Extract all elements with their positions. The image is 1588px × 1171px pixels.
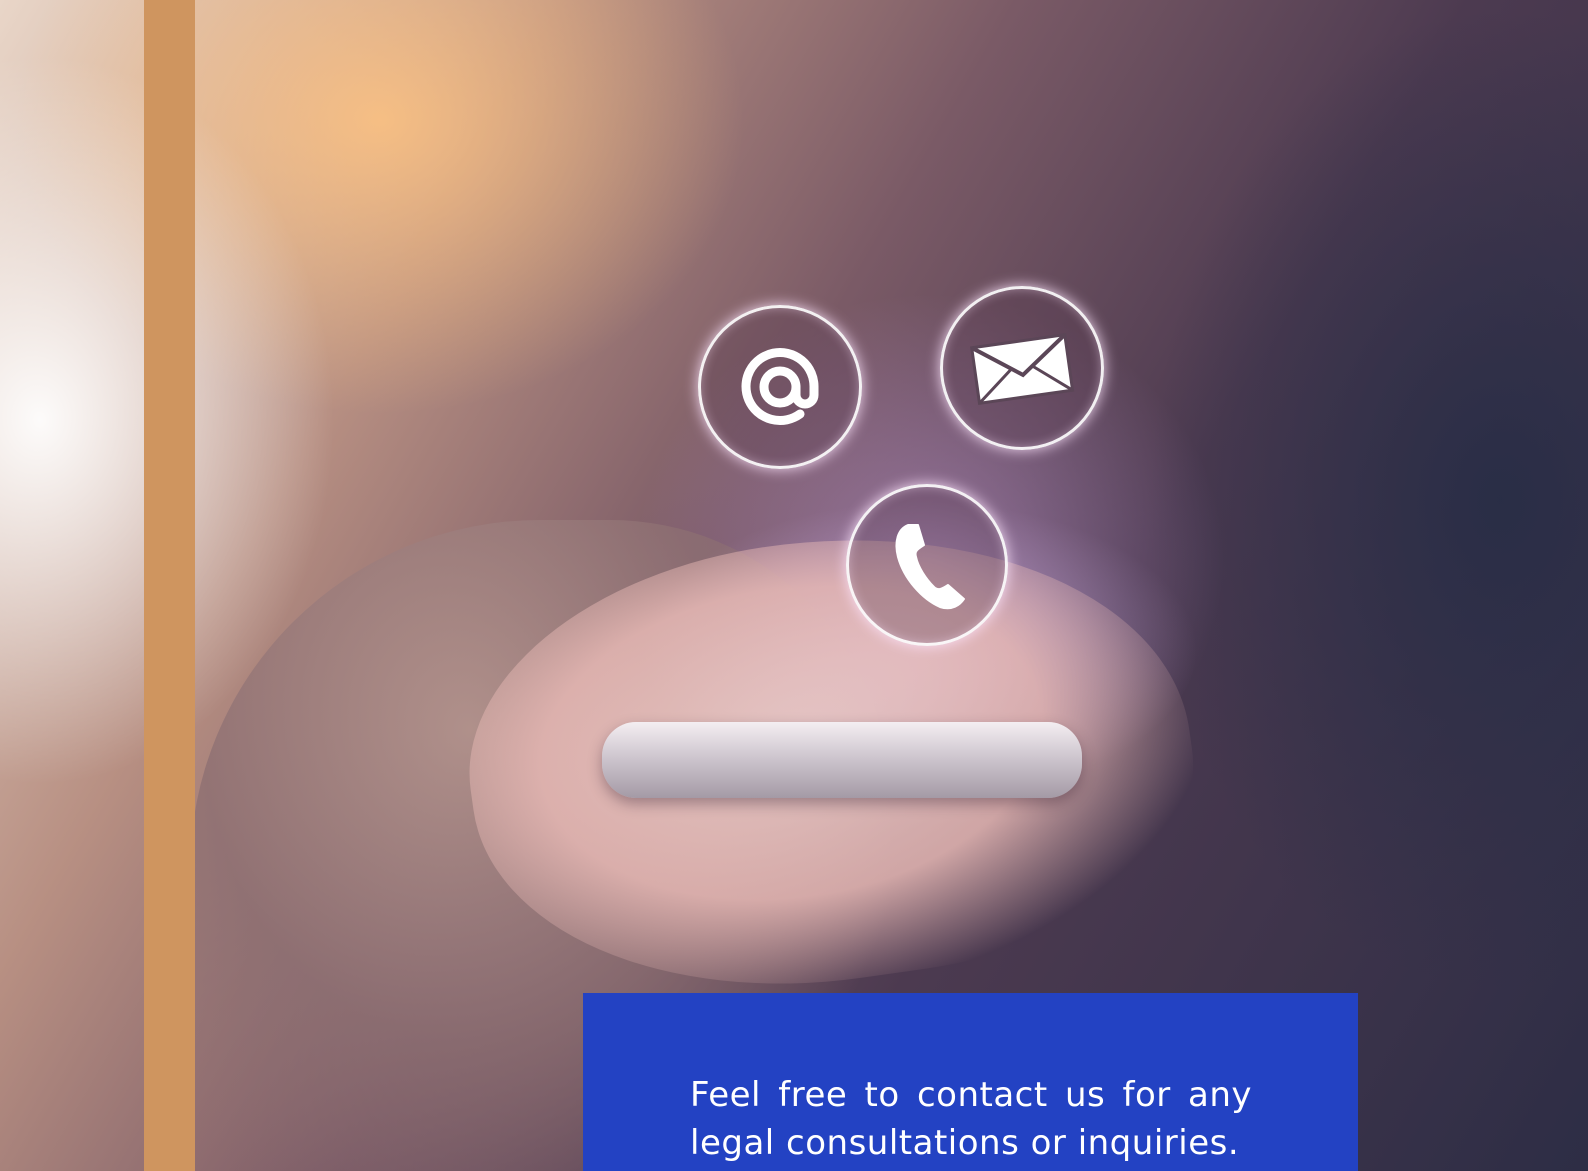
- phone-handset-icon: [846, 484, 1008, 646]
- at-sign-icon: [698, 305, 862, 469]
- envelope-icon: [940, 286, 1104, 450]
- smartphone: [602, 722, 1082, 798]
- accent-stripe: [144, 0, 195, 1171]
- contact-message: Feel free to contact us for any legal co…: [690, 1075, 1252, 1163]
- contact-callout: Feel free to contact us for any legal co…: [583, 993, 1358, 1171]
